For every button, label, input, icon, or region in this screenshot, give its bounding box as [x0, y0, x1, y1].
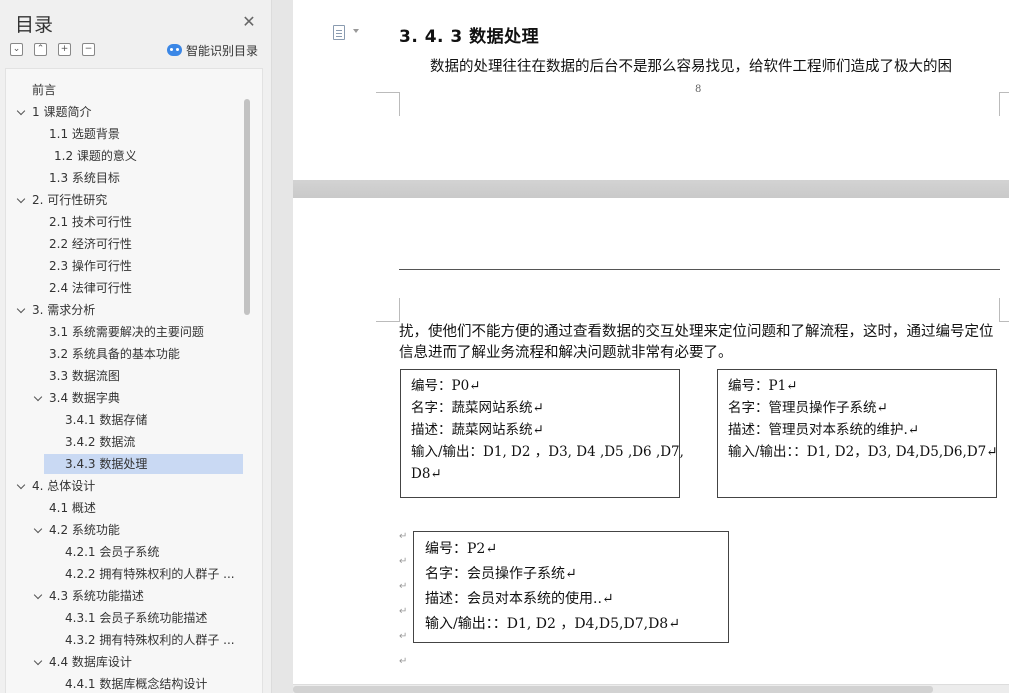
toc-item[interactable]: 3.4.2 数据流: [6, 432, 238, 452]
margin-corner-mark: [376, 298, 400, 322]
section-heading: 3. 4. 3 数据处理: [399, 27, 540, 47]
process-field: 描述：会员对本系统的使用..↵: [425, 591, 614, 607]
chevron-down-icon[interactable]: [33, 656, 43, 666]
chevron-down-icon[interactable]: [16, 480, 26, 490]
process-field: 名字：会员操作子系统↵: [425, 566, 577, 582]
toc-item[interactable]: 3.4 数据字典: [6, 388, 238, 408]
toc-item[interactable]: 2.2 经济可行性: [6, 234, 238, 254]
process-field: 名字：蔬菜网站系统↵: [411, 400, 544, 416]
caret-down-icon[interactable]: [353, 29, 359, 33]
chevron-down-icon[interactable]: [16, 106, 26, 116]
toc-item[interactable]: 3.1 系统需要解决的主要问题: [6, 322, 238, 342]
paragraph-mark: ↵: [399, 631, 408, 642]
toc-item[interactable]: 1.2 课题的意义: [6, 146, 238, 166]
process-field: 描述：蔬菜网站系统↵: [411, 422, 544, 438]
document-icon[interactable]: [333, 25, 345, 40]
process-field: 输入/输出：D1, D2 ，D3, D4 ,D5 ,D6 ,D7,: [411, 444, 684, 460]
header-rule: [399, 269, 1000, 270]
toc-sidebar: 目录 ✕ ⌄ ⌃ + − 智能识别目录 前言 1 课题简介 1.1 选题背景 1…: [0, 0, 272, 693]
toc-item[interactable]: 3.2 系统具备的基本功能: [6, 344, 238, 364]
margin-corner-mark: [376, 92, 400, 116]
paragraph-mark: ↵: [399, 581, 408, 592]
process-card: 编号：P1↵ 名字：管理员操作子系统↵ 描述：管理员对本系统的维护.↵ 输入/输…: [717, 369, 998, 498]
page-break: [293, 180, 1009, 198]
chevron-down-icon[interactable]: [16, 304, 26, 314]
process-field: 编号：P2↵: [425, 541, 498, 557]
toc-item[interactable]: 4.2.1 会员子系统: [6, 542, 238, 562]
add-level-icon[interactable]: +: [58, 43, 71, 56]
smart-robot-icon: [167, 44, 182, 56]
paragraph-mark: ↵: [399, 606, 408, 617]
process-field: 编号：P0↵: [411, 378, 481, 394]
toc-item[interactable]: 2.3 操作可行性: [6, 256, 238, 276]
toc-item[interactable]: 2. 可行性研究: [6, 190, 238, 210]
toc-item[interactable]: 2.1 技术可行性: [6, 212, 238, 232]
toc-item[interactable]: 4.3.1 会员子系统功能描述: [6, 608, 238, 628]
paragraph: 数据的处理往往在数据的后台不是那么容易找见，给软件工程师们造成了极大的困: [430, 59, 952, 75]
paragraph: 扰，使他们不能方便的通过查看数据的交互处理来定位问题和了解流程，这时，通过编号定…: [399, 324, 994, 361]
process-field: 输入/输出：：D1, D2 ，D4,D5,D7,D8↵: [425, 616, 680, 632]
toc-item[interactable]: 4.4.1 数据库概念结构设计: [6, 674, 238, 693]
toc-item[interactable]: 2.4 法律可行性: [6, 278, 238, 298]
toc-item[interactable]: 4.2 系统功能: [6, 520, 238, 540]
chevron-down-icon[interactable]: [16, 194, 26, 204]
toc-item[interactable]: 4.3.2 拥有特殊权利的人群子 ...: [6, 630, 238, 650]
expand-all-icon[interactable]: ⌄: [10, 43, 23, 56]
process-field: 编号：P1↵: [728, 378, 798, 394]
close-icon[interactable]: ✕: [241, 14, 257, 30]
toc-item[interactable]: 4.1 概述: [6, 498, 238, 518]
collapse-all-icon[interactable]: ⌃: [34, 43, 47, 56]
page-number: 8: [695, 84, 702, 95]
toc-item[interactable]: 1 课题简介: [6, 102, 238, 122]
chevron-down-icon[interactable]: [33, 392, 43, 402]
document-page: 3. 4. 3 数据处理 数据的处理往往在数据的后台不是那么容易找见，给软件工程…: [293, 0, 1009, 180]
toc-item[interactable]: 4.4 数据库设计: [6, 652, 238, 672]
smart-toc-button[interactable]: 智能识别目录: [167, 41, 258, 59]
scrollbar-thumb[interactable]: [293, 686, 933, 693]
chevron-down-icon[interactable]: [33, 590, 43, 600]
horizontal-scrollbar[interactable]: [293, 684, 1009, 693]
process-field: 名字：管理员操作子系统↵: [728, 400, 888, 416]
toc-title: 目录: [15, 14, 54, 36]
toc-item[interactable]: 3.3 数据流图: [6, 366, 238, 386]
toc-item-selected[interactable]: 3.4.3 数据处理: [44, 454, 243, 474]
smart-toc-label: 智能识别目录: [186, 43, 259, 58]
toc-item[interactable]: 4. 总体设计: [6, 476, 238, 496]
process-field: 输入/输出：：D1, D2，D3, D4,D5,D6,D7↵: [728, 444, 998, 460]
chevron-down-icon[interactable]: [33, 524, 43, 534]
document-view[interactable]: 3. 4. 3 数据处理 数据的处理往往在数据的后台不是那么容易找见，给软件工程…: [273, 0, 1009, 693]
toc-item[interactable]: 3. 需求分析: [6, 300, 238, 320]
toc-item[interactable]: 3.4.1 数据存储: [6, 410, 238, 430]
toc-tree: 前言 1 课题简介 1.1 选题背景 1.2 课题的意义 1.3 系统目标 2.…: [5, 68, 263, 693]
paragraph-mark: ↵: [399, 531, 408, 542]
remove-level-icon[interactable]: −: [82, 43, 95, 56]
toc-item[interactable]: 前言: [6, 80, 238, 100]
toc-item[interactable]: 4.3 系统功能描述: [6, 586, 238, 606]
process-card: 编号：P2↵ 名字：会员操作子系统↵ 描述：会员对本系统的使用..↵ 输入/输出…: [413, 531, 729, 643]
process-field: 描述：管理员对本系统的维护.↵: [728, 422, 920, 438]
document-page: 扰，使他们不能方便的通过查看数据的交互处理来定位问题和了解流程，这时，通过编号定…: [293, 198, 1009, 693]
toc-item[interactable]: 1.1 选题背景: [6, 124, 238, 144]
toc-scrollbar[interactable]: [244, 99, 250, 315]
toc-item[interactable]: 1.3 系统目标: [6, 168, 238, 188]
process-field: D8↵: [411, 466, 442, 482]
margin-corner-mark: [999, 298, 1009, 322]
process-card: 编号：P0↵ 名字：蔬菜网站系统↵ 描述：蔬菜网站系统↵ 输入/输出：D1, D…: [400, 369, 684, 498]
paragraph-mark: ↵: [399, 556, 408, 567]
paragraph-mark: ↵: [399, 656, 408, 667]
margin-corner-mark: [999, 92, 1009, 116]
toc-item[interactable]: 4.2.2 拥有特殊权利的人群子 ...: [6, 564, 238, 584]
